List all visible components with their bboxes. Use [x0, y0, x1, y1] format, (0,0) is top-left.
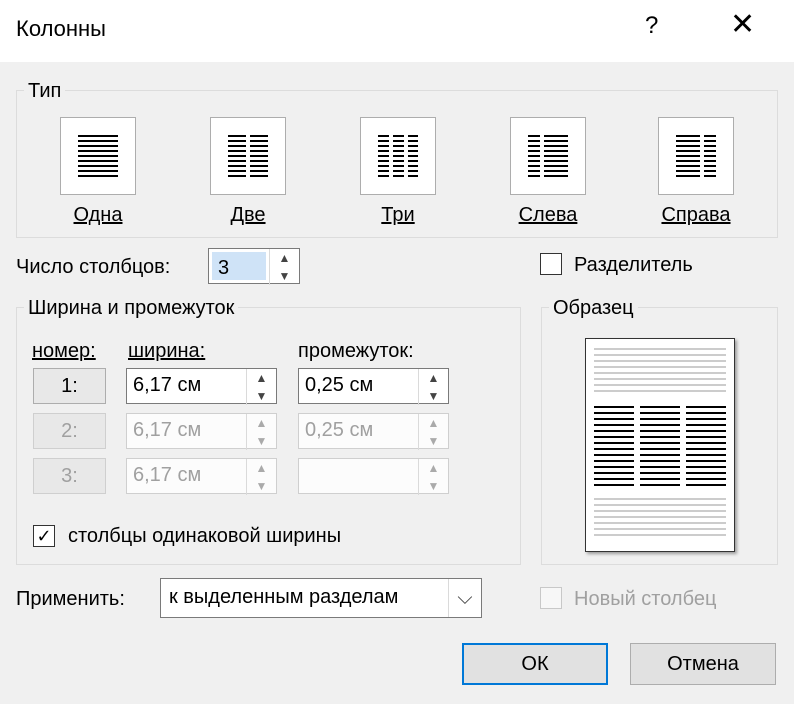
column-spacing-stepper[interactable]: 0,25 см ▲ ▼	[298, 368, 449, 405]
type-one-button[interactable]	[60, 117, 136, 195]
number-header: номер:	[32, 340, 96, 362]
new-column-label: Новый столбец	[574, 588, 717, 610]
column-spacing-input: 0,25 см	[305, 419, 374, 441]
new-column-checkbox	[540, 587, 562, 609]
spin-down-icon: ▼	[255, 434, 268, 448]
column-number-button: 3:	[33, 458, 106, 494]
column-spacing-spin: ▲ ▼	[418, 459, 448, 495]
equal-width-checkbox[interactable]: ✓	[33, 525, 55, 547]
width-header: ширина:	[128, 340, 206, 362]
column-width-spin: ▲ ▼	[246, 459, 276, 495]
left-column-icon	[528, 135, 568, 177]
type-three-button[interactable]	[360, 117, 436, 195]
type-left-button[interactable]	[510, 117, 586, 195]
close-icon[interactable]: ✕	[730, 10, 755, 40]
spin-down-icon: ▼	[427, 479, 440, 493]
spin-down-icon[interactable]: ▼	[428, 389, 440, 403]
width-spacing-legend: Ширина и промежуток	[24, 297, 239, 320]
column-spacing-stepper: 0,25 см ▲ ▼	[298, 413, 449, 450]
type-right-label: Справа	[661, 204, 731, 226]
column-width-stepper: 6,17 см ▲ ▼	[126, 458, 277, 495]
column-spacing-spin[interactable]: ▲ ▼	[418, 369, 448, 405]
one-column-icon	[78, 135, 118, 177]
spin-up-icon[interactable]: ▲	[279, 251, 291, 265]
apply-select[interactable]: к выделенным разделам ⌵	[160, 578, 482, 618]
spin-up-icon[interactable]: ▲	[256, 371, 268, 385]
type-two-label: Две	[230, 204, 266, 226]
preview-legend: Образец	[549, 297, 638, 320]
type-right-button[interactable]	[658, 117, 734, 195]
spin-up-icon: ▲	[255, 461, 268, 475]
separator-checkbox[interactable]	[540, 253, 562, 275]
ok-button[interactable]: ОК	[462, 643, 608, 685]
apply-label: Применить:	[16, 588, 125, 610]
column-spacing-stepper: ▲ ▼	[298, 458, 449, 495]
spin-down-icon: ▼	[427, 434, 440, 448]
spacing-header: промежуток:	[298, 340, 414, 362]
type-one-label: Одна	[73, 204, 123, 226]
column-number-button[interactable]: 1:	[33, 368, 106, 404]
column-width-input[interactable]: 6,17 см	[127, 369, 246, 403]
spin-down-icon: ▼	[255, 479, 268, 493]
cancel-button[interactable]: Отмена	[630, 643, 776, 685]
right-column-icon	[676, 135, 716, 177]
equal-width-label: столбцы одинаковой ширины	[68, 525, 342, 547]
two-columns-icon	[228, 135, 268, 177]
spin-down-icon[interactable]: ▼	[256, 389, 268, 403]
type-three-label: Три	[381, 204, 415, 226]
chevron-down-icon[interactable]: ⌵	[448, 579, 481, 617]
column-width-stepper[interactable]: 6,17 см ▲ ▼	[126, 368, 277, 405]
dialog-title: Колонны	[16, 16, 106, 41]
three-columns-icon	[378, 135, 418, 177]
preview-page	[585, 338, 735, 552]
columns-count-spin[interactable]: ▲ ▼	[269, 249, 299, 285]
columns-count-input[interactable]: 3	[212, 252, 266, 280]
type-group-legend: Тип	[24, 80, 66, 103]
column-width-spin[interactable]: ▲ ▼	[246, 369, 276, 405]
column-width-stepper: 6,17 см ▲ ▼	[126, 413, 277, 450]
column-width-input: 6,17 см	[133, 419, 202, 441]
spin-up-icon: ▲	[255, 416, 268, 430]
column-spacing-input[interactable]: 0,25 см	[299, 369, 418, 403]
column-spacing-input	[299, 459, 418, 493]
check-icon: ✓	[36, 525, 52, 546]
preview-page-icon	[594, 348, 726, 536]
separator-label: Разделитель	[574, 254, 693, 276]
spin-up-icon: ▲	[427, 416, 440, 430]
spin-up-icon[interactable]: ▲	[428, 371, 440, 385]
apply-select-value: к выделенным разделам	[169, 586, 399, 608]
column-number-button: 2:	[33, 413, 106, 449]
help-icon[interactable]: ?	[645, 12, 658, 40]
type-left-label: Слева	[518, 204, 578, 226]
title-bar	[0, 0, 794, 62]
column-spacing-spin: ▲ ▼	[418, 414, 448, 450]
column-width-spin: ▲ ▼	[246, 414, 276, 450]
spin-down-icon[interactable]: ▼	[279, 269, 291, 283]
column-width-input: 6,17 см	[133, 464, 202, 486]
columns-count-label: Число столбцов:	[16, 256, 171, 278]
type-two-button[interactable]	[210, 117, 286, 195]
spin-up-icon: ▲	[427, 461, 440, 475]
columns-count-stepper[interactable]: 3 ▲ ▼	[208, 248, 300, 285]
